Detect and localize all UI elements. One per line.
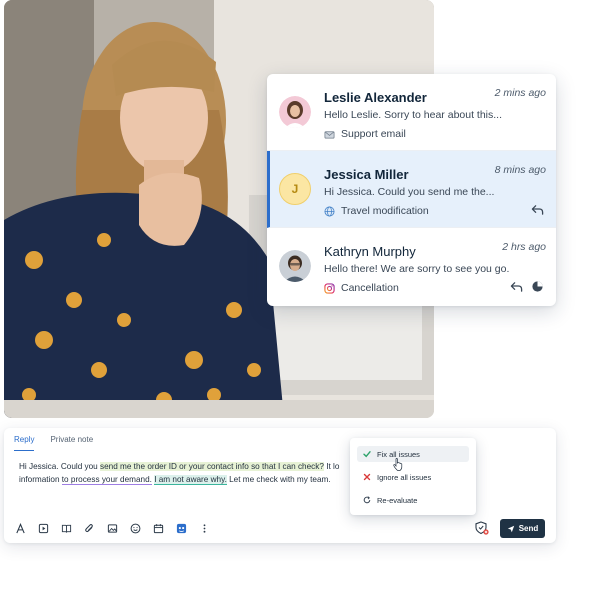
menu-item-label: Re-evaluate	[377, 495, 418, 505]
conversation-item-leslie[interactable]: Leslie Alexander 2 mins ago Hello Leslie…	[267, 74, 556, 151]
conversation-name: Kathryn Murphy	[324, 244, 416, 259]
avatar: J	[279, 173, 311, 205]
source-label: Travel modification	[341, 205, 429, 217]
issues-menu: Fix all issues Ignore all issues Re-eval…	[350, 438, 476, 515]
menu-item-label: Ignore all issues	[377, 472, 432, 482]
grammar-suggestion[interactable]: I am not aware why.	[154, 474, 227, 485]
refresh-icon	[363, 496, 371, 504]
conversation-time: 2 mins ago	[494, 87, 546, 99]
email-icon	[324, 130, 335, 139]
editor-toolbar	[13, 521, 211, 535]
snooze-icon[interactable]	[531, 280, 544, 293]
reply-line-2: information to process your demand. I am…	[19, 474, 331, 485]
conversation-preview: Hello Leslie. Sorry to hear about this..…	[324, 109, 503, 121]
menu-item-re-evaluate[interactable]: Re-evaluate	[357, 492, 469, 508]
row-actions	[510, 280, 544, 293]
source-label: Support email	[341, 128, 406, 140]
avatar	[279, 96, 311, 128]
instagram-icon	[324, 282, 335, 294]
conversation-name: Leslie Alexander	[324, 90, 427, 105]
reply-textarea[interactable]: Hi Jessica. Could you send me the order …	[19, 461, 344, 487]
conversation-item-kathryn[interactable]: Kathryn Murphy 2 hrs ago Hello there! We…	[267, 228, 556, 305]
text-format-icon[interactable]	[13, 521, 27, 535]
close-icon	[363, 473, 371, 481]
menu-item-ignore-all[interactable]: Ignore all issues	[357, 469, 469, 485]
knowledge-base-icon[interactable]	[59, 521, 73, 535]
send-icon	[507, 525, 514, 532]
tab-reply[interactable]: Reply	[14, 435, 35, 451]
avatar	[279, 250, 311, 282]
conversation-time: 2 hrs ago	[502, 241, 546, 253]
globe-icon	[324, 206, 335, 216]
reply-icon[interactable]	[531, 203, 544, 216]
editor-tabs: Reply Private note	[14, 435, 93, 451]
tab-private-note[interactable]: Private note	[50, 435, 93, 451]
more-options-icon[interactable]	[197, 521, 211, 535]
conversation-preview: Hi Jessica. Could you send me the...	[324, 186, 495, 198]
image-icon[interactable]	[105, 521, 119, 535]
conversation-source: Travel modification	[324, 205, 429, 217]
reply-line-1: Hi Jessica. Could you send me the order …	[19, 462, 340, 471]
conversation-time: 8 mins ago	[494, 164, 546, 176]
insert-media-icon[interactable]	[36, 521, 50, 535]
conversation-source: Support email	[324, 128, 406, 140]
conversation-list: Leslie Alexander 2 mins ago Hello Leslie…	[267, 74, 556, 306]
reply-icon[interactable]	[510, 280, 523, 293]
conversation-name: Jessica Miller	[324, 167, 409, 182]
emoji-icon[interactable]	[128, 521, 142, 535]
row-actions	[531, 203, 544, 216]
check-icon	[363, 451, 371, 458]
conversation-preview: Hello there! We are sorry to see you go.	[324, 263, 510, 275]
grammar-suggestion[interactable]: to process your demand.	[61, 474, 152, 485]
grammar-suggestion[interactable]: send me the order ID or your contact inf…	[100, 462, 324, 471]
send-button[interactable]: Send	[500, 519, 545, 538]
conversation-source: Cancellation	[324, 282, 399, 294]
menu-item-fix-all[interactable]: Fix all issues	[357, 446, 469, 462]
ai-assist-icon[interactable]	[174, 521, 188, 535]
grammar-check-shield-icon[interactable]	[475, 521, 489, 535]
send-label: Send	[518, 524, 539, 533]
source-label: Cancellation	[341, 282, 399, 294]
attachment-icon[interactable]	[82, 521, 96, 535]
hand-cursor-icon	[393, 458, 403, 471]
conversation-item-jessica[interactable]: J Jessica Miller 8 mins ago Hi Jessica. …	[267, 151, 556, 228]
calendar-icon[interactable]	[151, 521, 165, 535]
